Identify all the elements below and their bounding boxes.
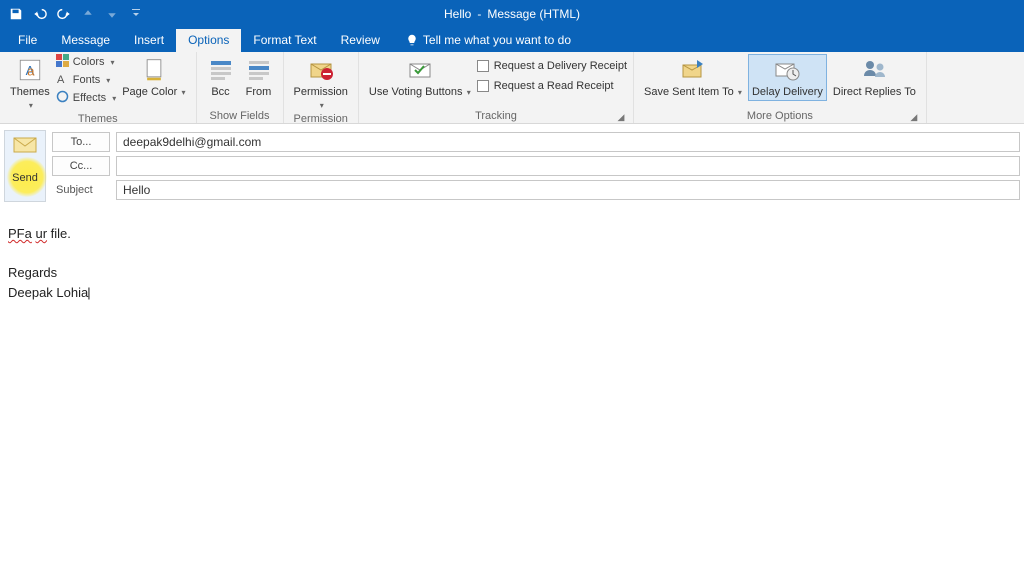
dropdown-icon: ▾ [29,101,33,110]
save-sent-label: Save Sent Item To ▾ [644,86,742,99]
group-label-permission: Permission [294,113,348,125]
prev-item-icon [80,6,96,22]
svg-text:a: a [27,64,35,79]
send-label: Send [12,172,38,184]
direct-replies-button[interactable]: Direct Replies To [829,54,920,101]
group-more-options: Save Sent Item To ▾ Delay Delivery Direc… [634,52,927,123]
tab-format-text[interactable]: Format Text [241,29,328,52]
checkbox-icon [477,80,489,92]
cc-button[interactable]: Cc... [52,156,110,176]
group-permission: Permission ▾ Permission [284,52,359,123]
page-color-label: Page Color ▾ [122,86,185,99]
fonts-button[interactable]: A Fonts▾ [56,72,116,88]
title-bar: Hello - Message (HTML) [0,0,1024,28]
body-line-1: PFa ur file. [8,224,1016,244]
group-show-fields: Bcc From Show Fields [197,52,284,123]
permission-label: Permission [294,86,348,99]
undo-icon[interactable] [32,6,48,22]
subject-label: Subject [52,184,110,196]
fonts-label: Fonts [73,74,101,86]
permission-button[interactable]: Permission ▾ [290,54,352,112]
from-label: From [246,86,272,99]
voting-label: Use Voting Buttons ▾ [369,86,471,99]
body-word-file: file. [51,226,71,241]
colors-button[interactable]: Colors▾ [56,54,116,70]
voting-icon [406,56,434,84]
themes-icon: Aa [16,56,44,84]
colors-label: Colors [73,56,105,68]
read-receipt-checkbox[interactable]: Request a Read Receipt [477,80,627,92]
window-title-sep: - [477,7,481,21]
subject-input[interactable] [116,180,1020,200]
effects-label: Effects [73,92,106,104]
tab-file[interactable]: File [6,29,49,52]
message-body[interactable]: PFa ur file. Regards Deepak Lohia [0,202,1024,310]
effects-button[interactable]: Effects▾ [56,90,116,106]
window-title-doc: Hello [444,7,471,21]
from-icon [245,56,273,84]
window-title: Hello - Message (HTML) [444,7,580,21]
ribbon-content: Aa Themes ▾ Colors▾ A Fonts▾ Effects▾ [0,52,1024,124]
tab-insert[interactable]: Insert [122,29,176,52]
delay-delivery-label: Delay Delivery [752,86,823,99]
body-line-signature: Deepak Lohia [8,283,1016,303]
ribbon-tabs: File Message Insert Options Format Text … [0,28,1024,52]
tab-review[interactable]: Review [329,29,392,52]
group-label-show-fields: Show Fields [203,109,277,123]
quick-access-toolbar [0,6,141,22]
delay-delivery-icon [773,56,801,84]
delay-delivery-button[interactable]: Delay Delivery [748,54,827,101]
cc-input[interactable] [116,156,1020,176]
to-button[interactable]: To... [52,132,110,152]
body-word-pfa: PFa [8,226,32,241]
group-tracking: Use Voting Buttons ▾ Request a Delivery … [359,52,634,123]
dialog-launcher-icon[interactable]: ◢ [909,112,919,122]
themes-label: Themes [10,86,50,99]
compose-header: Send To... Cc... Subject [0,124,1024,202]
delivery-receipt-label: Request a Delivery Receipt [494,60,627,72]
body-line-regards: Regards [8,263,1016,283]
bcc-icon [207,56,235,84]
tell-me-search[interactable]: Tell me what you want to do [392,33,571,52]
read-receipt-label: Request a Read Receipt [494,80,614,92]
direct-replies-icon [860,56,888,84]
delivery-receipt-checkbox[interactable]: Request a Delivery Receipt [477,60,627,72]
page-color-icon [140,56,168,84]
window-title-mode: Message (HTML) [487,7,580,21]
tab-message[interactable]: Message [49,29,122,52]
group-label-themes: Themes [6,112,190,126]
send-button[interactable]: Send [4,130,46,202]
svg-text:A: A [57,74,65,85]
page-color-button[interactable]: Page Color ▾ [118,54,189,101]
send-envelope-icon [13,137,37,158]
redo-icon[interactable] [56,6,72,22]
fonts-icon: A [56,72,69,88]
body-word-ur: ur [35,226,47,241]
tab-options[interactable]: Options [176,29,241,52]
group-label-more-options: More Options [747,110,813,122]
themes-button[interactable]: Aa Themes ▾ [6,54,54,112]
next-item-icon [104,6,120,22]
group-themes: Aa Themes ▾ Colors▾ A Fonts▾ Effects▾ [0,52,197,123]
group-label-tracking: Tracking [475,110,517,122]
save-sent-icon [679,56,707,84]
dialog-launcher-icon[interactable]: ◢ [616,112,626,122]
bcc-button[interactable]: Bcc [203,54,239,101]
checkbox-icon [477,60,489,72]
permission-icon [307,56,335,84]
from-button[interactable]: From [241,54,277,101]
voting-button[interactable]: Use Voting Buttons ▾ [365,54,475,101]
to-input[interactable] [116,132,1020,152]
effects-icon [56,90,69,106]
tell-me-label: Tell me what you want to do [423,33,571,47]
save-sent-button[interactable]: Save Sent Item To ▾ [640,54,746,101]
colors-icon [56,54,69,70]
save-icon[interactable] [8,6,24,22]
direct-replies-label: Direct Replies To [833,86,916,99]
bcc-label: Bcc [211,86,229,99]
qat-customize-icon[interactable] [131,8,141,21]
